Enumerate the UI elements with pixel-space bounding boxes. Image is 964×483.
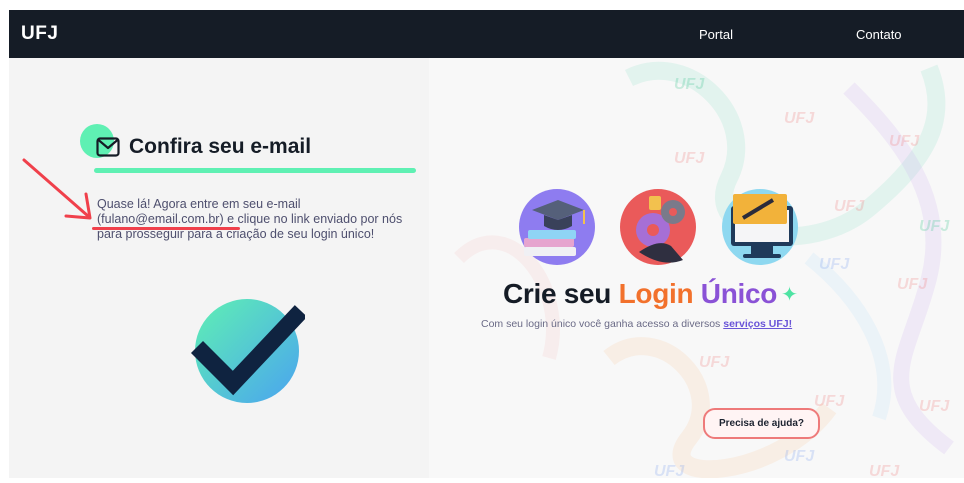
- nav-link-portal[interactable]: Portal: [699, 27, 733, 42]
- watermark-text: UFJ: [869, 463, 900, 478]
- instruction-text: Quase lá! Agora entre em seu e-mail (ful…: [97, 197, 403, 241]
- watermark-text: UFJ: [699, 354, 730, 371]
- headline-part-login: Login: [618, 278, 694, 309]
- annotation-arrow-icon: [22, 158, 92, 220]
- watermark-text: UFJ: [889, 133, 920, 150]
- promo-subtitle: Com seu login único você ganha acesso a …: [481, 318, 792, 330]
- watermark-text: UFJ: [784, 110, 815, 127]
- app-frame: UFJ Portal Contato UFJ UFJ UFJ UFJ UFJ U…: [9, 10, 964, 478]
- watermark-text: UFJ: [654, 463, 685, 478]
- check-icon: [190, 299, 305, 403]
- watermark-text: UFJ: [814, 393, 845, 410]
- watermark-text: UFJ: [897, 276, 928, 293]
- help-button[interactable]: Precisa de ajuda?: [703, 408, 820, 439]
- top-navbar: UFJ Portal Contato: [9, 10, 964, 58]
- title-underline: [94, 168, 416, 173]
- nav-link-contato[interactable]: Contato: [856, 27, 902, 42]
- background-scribbles: [454, 61, 954, 478]
- graduation-books-icon: [519, 189, 595, 265]
- watermark-text: UFJ: [834, 198, 865, 215]
- services-link[interactable]: serviços UFJ!: [723, 318, 792, 330]
- headline-part-create: Crie seu: [503, 278, 612, 309]
- watermark-text: UFJ: [919, 218, 950, 235]
- watermark-text: UFJ: [919, 398, 950, 415]
- headline-part-unico: Único: [700, 278, 778, 309]
- sparkle-icon: ✦: [781, 284, 798, 306]
- right-panel: UFJ UFJ UFJ UFJ UFJ UFJ UFJ UFJ UFJ UFJ …: [429, 58, 964, 478]
- brand-logo[interactable]: UFJ: [21, 23, 58, 45]
- mail-icon: [96, 137, 120, 157]
- watermark-text: UFJ: [784, 448, 815, 465]
- gears-icon: [620, 189, 696, 265]
- left-panel: [9, 58, 429, 478]
- watermark-text: UFJ: [674, 150, 705, 167]
- watermark-text: UFJ: [819, 256, 850, 273]
- subtitle-text: Com seu login único você ganha acesso a …: [481, 318, 721, 330]
- monitor-pencil-icon: [722, 189, 798, 265]
- watermark-text: UFJ: [674, 76, 705, 93]
- promo-headline: Crie seu Login Único ✦: [503, 278, 798, 310]
- page-title: Confira seu e-mail: [129, 135, 312, 158]
- confirm-title-row: Confira seu e-mail: [96, 132, 311, 162]
- email-highlight-underline: [92, 227, 240, 230]
